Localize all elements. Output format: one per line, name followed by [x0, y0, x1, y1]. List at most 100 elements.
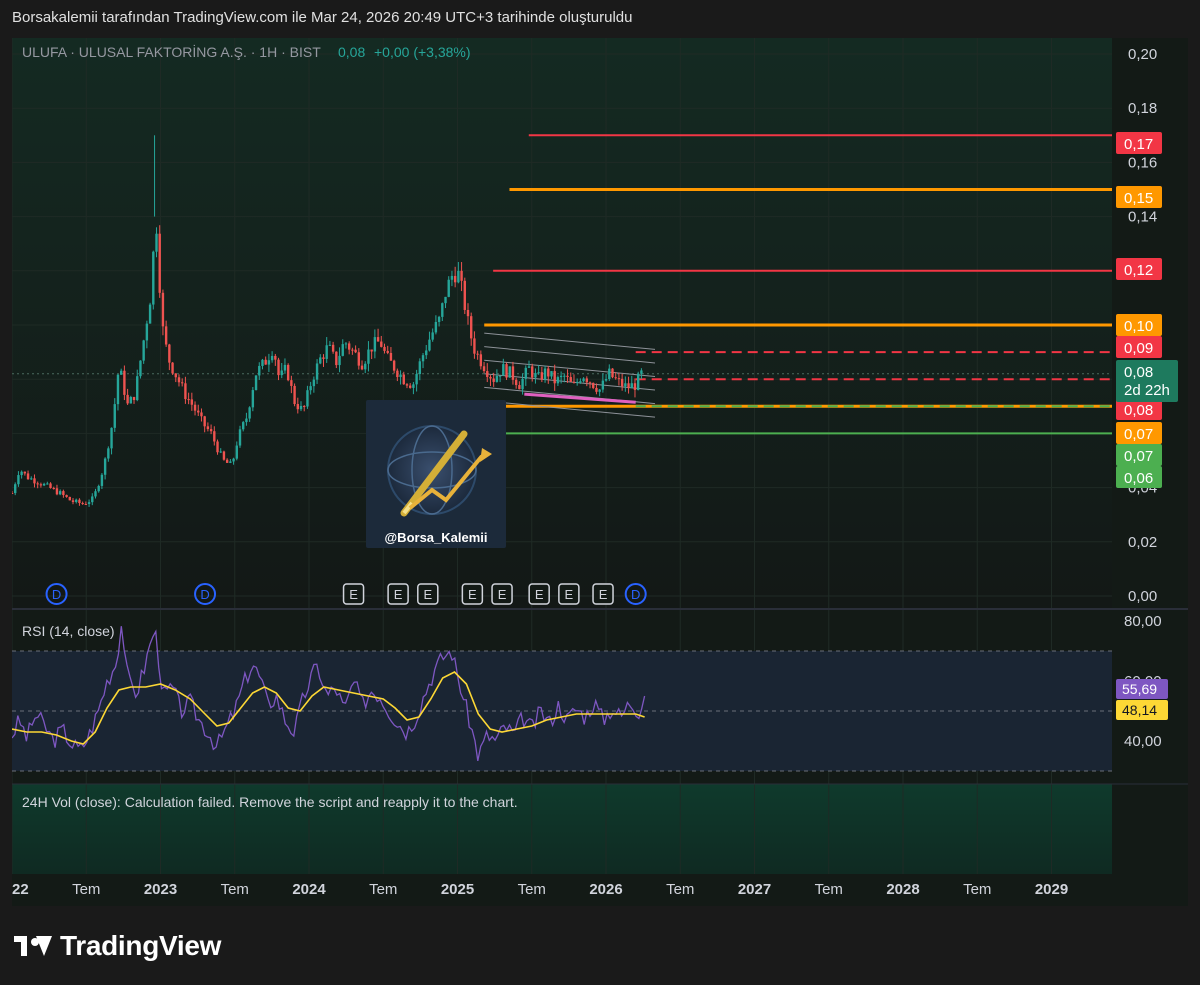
candle-body	[466, 309, 470, 317]
time-tick-label: 2023	[144, 881, 177, 898]
level-tag-label: 0,06	[1124, 470, 1153, 487]
candle-body	[190, 399, 194, 405]
candle-body	[139, 360, 142, 377]
candle-body	[213, 431, 216, 442]
candle-body	[479, 354, 483, 367]
level-tag-label: 0,07	[1124, 448, 1153, 465]
level-tag-label: 0,08	[1124, 402, 1153, 419]
candle-body	[177, 377, 181, 383]
candle-body	[306, 390, 309, 407]
candle-body	[274, 355, 277, 360]
candle-body	[242, 422, 245, 430]
candle-body	[110, 427, 113, 449]
candle-body	[193, 404, 197, 411]
candle-body	[62, 491, 65, 496]
volume-error-message: 24H Vol (close): Calculation failed. Rem…	[22, 794, 518, 810]
candle-body	[184, 383, 187, 400]
price-tick-label: 0,16	[1128, 154, 1157, 171]
time-tick-label: 2027	[738, 881, 771, 898]
candle-body	[290, 380, 293, 386]
rsi-band	[12, 651, 1112, 771]
time-tick-label: Tem	[815, 881, 843, 898]
candle-body	[71, 500, 75, 503]
candle-body	[209, 429, 213, 432]
candle-body	[347, 343, 351, 350]
candle-body	[425, 350, 428, 356]
rsi-tick-label: 80,00	[1124, 613, 1162, 630]
candle-body	[33, 478, 36, 484]
candle-body	[36, 483, 39, 485]
candle-body	[78, 499, 81, 504]
candle-body	[338, 355, 341, 366]
level-tag-label: 0,07	[1124, 426, 1153, 443]
candle-body	[248, 407, 251, 419]
candle-body	[405, 384, 409, 386]
earnings-marker-label: E	[349, 587, 358, 602]
candle-body	[617, 378, 621, 380]
candle-body	[489, 376, 492, 379]
candle-body	[531, 366, 534, 378]
candle-body	[283, 364, 287, 371]
candle-body	[222, 451, 226, 460]
time-tick-label: Tem	[72, 881, 100, 898]
candle-body	[601, 380, 605, 390]
candle-body	[164, 326, 168, 345]
candle-body	[116, 374, 120, 405]
candle-body	[335, 351, 338, 366]
candle-body	[460, 270, 463, 281]
candle-body	[180, 382, 184, 384]
candle-body	[534, 373, 537, 378]
time-axis[interactable]: 2022 Tem 2023 Tem 2024 Tem 2025 Tem 2026 Tem 2027 T…	[12, 881, 1068, 898]
time-tick-label: 2022	[12, 881, 29, 898]
candle-body	[524, 367, 527, 379]
candle-body	[633, 383, 637, 390]
candle-body	[30, 478, 33, 480]
level-tag-label: 0,15	[1124, 190, 1153, 207]
candle-body	[91, 496, 94, 503]
candle-body	[277, 359, 280, 376]
candle-body	[148, 304, 152, 324]
candle-body	[569, 377, 572, 382]
candle-body	[402, 374, 405, 385]
watermark: @Borsa_Kalemii	[366, 400, 506, 548]
candle-body	[55, 488, 59, 495]
price-chart[interactable]: @Borsa_Kalemii DDEEEEEEEED 0,200,180,160…	[12, 38, 1188, 906]
candle-body	[550, 371, 553, 377]
candle-body	[556, 377, 560, 384]
candle-body	[585, 378, 589, 383]
candle-body	[155, 233, 158, 252]
candle-body	[168, 344, 171, 363]
candle-body	[161, 292, 165, 327]
earnings-marker-label: E	[423, 587, 432, 602]
candle-body	[309, 386, 312, 391]
chart-frame[interactable]: @Borsa_Kalemii DDEEEEEEEED 0,20 0,18 0,16 0…	[12, 38, 1188, 906]
candle-body	[258, 365, 261, 376]
candle-body	[219, 451, 222, 453]
candle-body	[97, 485, 100, 492]
time-tick-label: Tem	[518, 881, 546, 898]
chart-caption: Borsakalemii tarafından TradingView.com …	[12, 9, 633, 26]
candle-body	[408, 385, 412, 388]
candle-body	[579, 381, 582, 383]
time-tick-label: Tem	[369, 881, 397, 898]
candle-body	[563, 375, 566, 377]
earnings-marker-label: E	[599, 587, 608, 602]
candle-body	[582, 378, 585, 382]
candle-body	[68, 496, 72, 501]
candle-body	[470, 316, 473, 339]
level-tag-label: 0,17	[1124, 136, 1153, 153]
candle-body	[254, 375, 258, 391]
candle-body	[543, 368, 547, 380]
candle-body	[280, 370, 283, 376]
candle-body	[299, 405, 303, 410]
time-tick-label: 2028	[886, 881, 919, 898]
candle-body	[608, 368, 611, 380]
candle-body	[572, 381, 576, 383]
candle-body	[627, 383, 630, 389]
candle-body	[23, 471, 27, 474]
candle-body	[566, 375, 569, 378]
tradingview-logo[interactable]: TradingView	[14, 928, 221, 964]
candle-body	[389, 352, 393, 361]
candle-body	[396, 370, 399, 378]
candle-body	[595, 387, 598, 392]
